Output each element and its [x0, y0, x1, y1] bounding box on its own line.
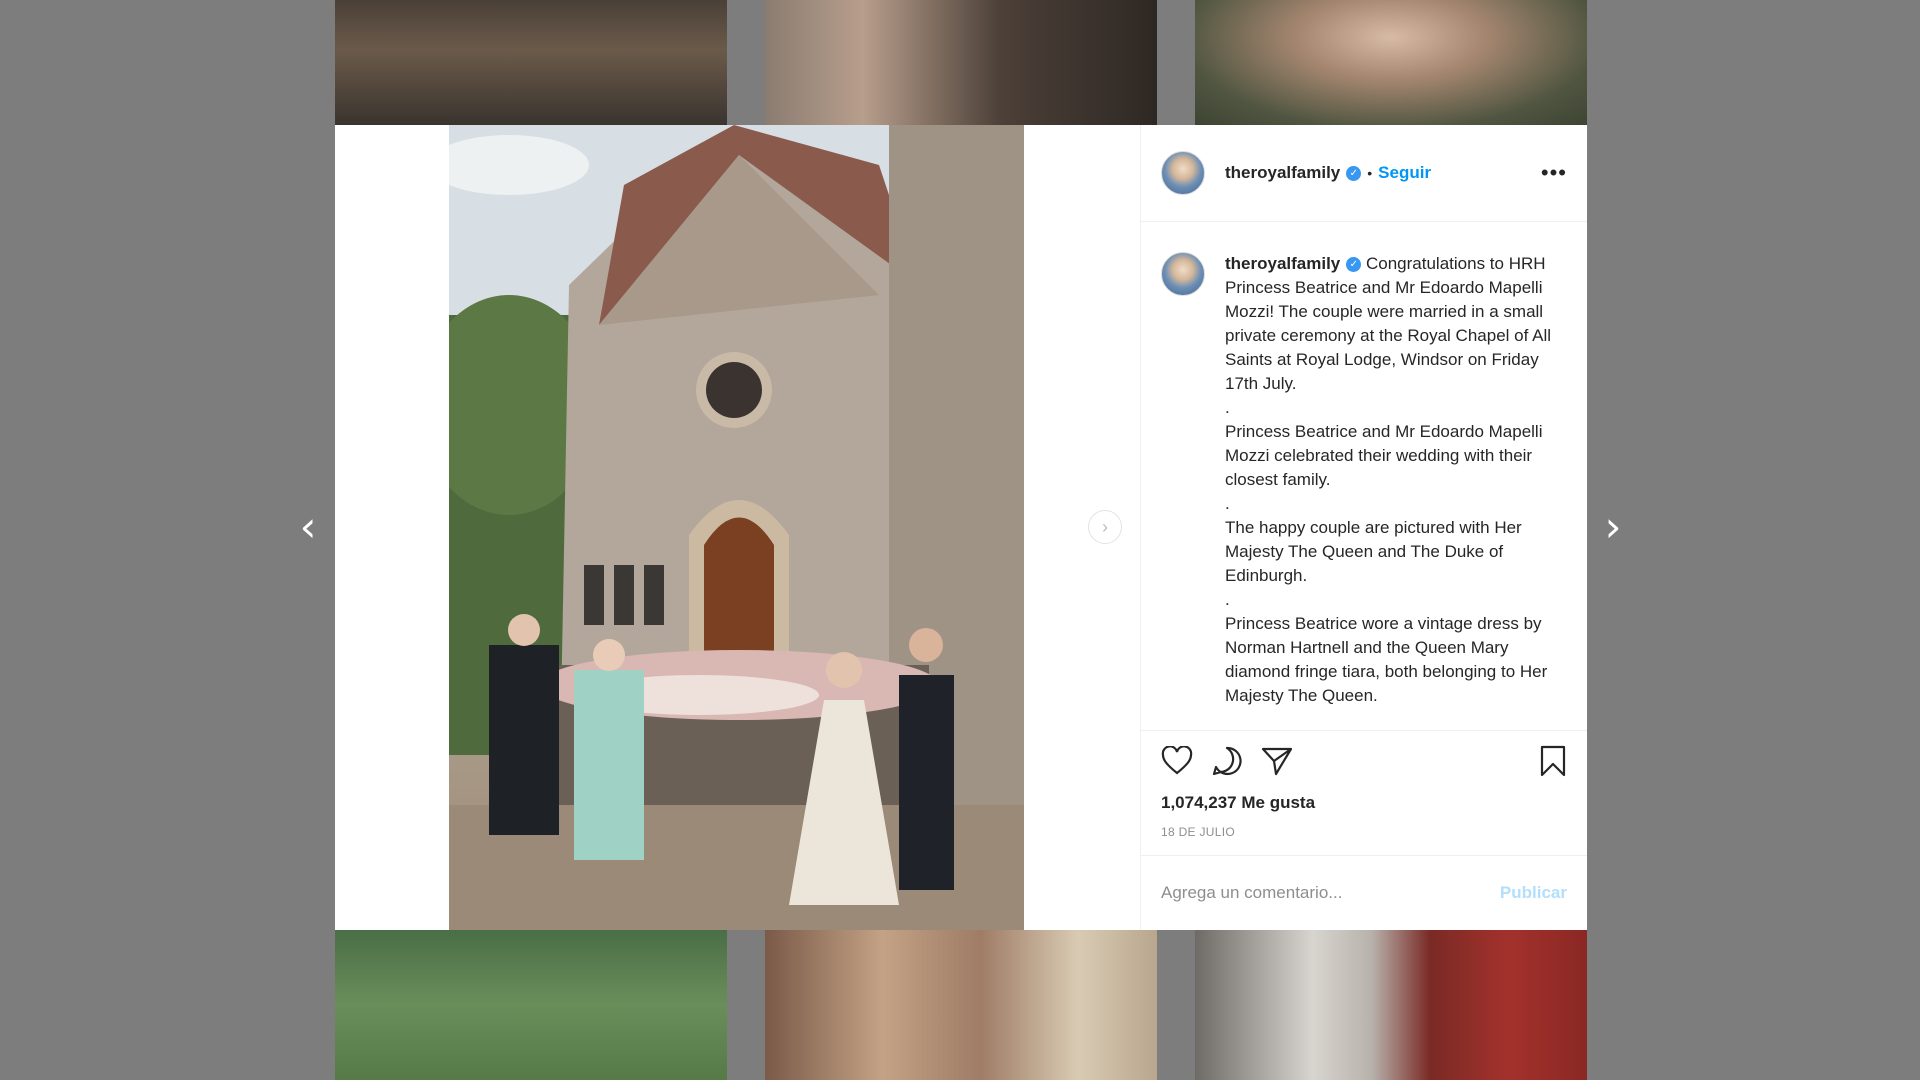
caption-text: theroyalfamily ✓ Congratulations to HRH P… — [1225, 252, 1565, 730]
avatar[interactable] — [1161, 151, 1205, 195]
chevron-left-icon[interactable]: ‹ — [293, 505, 323, 549]
wedding-photo-illustration — [449, 125, 1024, 930]
caption-username[interactable]: theroyalfamily — [1225, 254, 1340, 273]
paper-plane-icon[interactable] — [1261, 746, 1293, 781]
carousel-next-button[interactable]: › — [1088, 510, 1122, 544]
caption-section: theroyalfamily ✓ Congratulations to HRH P… — [1141, 222, 1587, 730]
grid-thumbnail-castle[interactable] — [335, 0, 727, 125]
comment-bubble-icon[interactable] — [1211, 745, 1243, 782]
bookmark-icon[interactable] — [1539, 745, 1567, 782]
post-actions: 1,074,237 Me gusta 18 DE JULIO — [1141, 730, 1587, 855]
heart-icon[interactable] — [1161, 744, 1193, 781]
grid-thumbnail-prince[interactable] — [1195, 0, 1587, 125]
chevron-right-icon[interactable]: › — [1598, 505, 1628, 549]
comment-input[interactable] — [1161, 883, 1500, 903]
header-username[interactable]: theroyalfamily — [1225, 163, 1340, 183]
caption-avatar[interactable] — [1161, 252, 1205, 296]
separator-dot: • — [1367, 165, 1373, 181]
caption-paragraph: . — [1225, 494, 1230, 513]
grid-thumbnail-lawn[interactable] — [335, 930, 727, 1080]
grid-thumbnail-duke[interactable] — [765, 0, 1157, 125]
caption-paragraph: Congratulations to HRH Princess Beatrice… — [1225, 254, 1552, 393]
caption-paragraph: . — [1225, 590, 1230, 609]
action-icons — [1161, 744, 1567, 782]
follow-button[interactable]: Seguir — [1378, 163, 1431, 183]
post-modal: › theroyalfamily ✓ • Seguir ••• theroyal… — [335, 125, 1587, 930]
post-media: › — [335, 125, 1140, 930]
caption-paragraph: The happy couple are pictured with Her M… — [1225, 518, 1527, 585]
more-options-icon[interactable]: ••• — [1541, 162, 1567, 184]
caption-paragraph: Princess Beatrice and Mr Edoardo Mapelli… — [1225, 422, 1548, 489]
wedding-photo — [449, 125, 1024, 930]
grid-thumbnail-guards[interactable] — [1195, 930, 1587, 1080]
likes-count[interactable]: 1,074,237 Me gusta — [1161, 793, 1567, 813]
post-header: theroyalfamily ✓ • Seguir ••• — [1141, 125, 1587, 222]
caption-paragraph: . — [1225, 398, 1230, 417]
caption-paragraph: Princess Beatrice wore a vintage dress b… — [1225, 614, 1552, 705]
post-date: 18 DE JULIO — [1161, 825, 1235, 839]
publish-button[interactable]: Publicar — [1500, 883, 1567, 903]
comment-form: Publicar — [1141, 855, 1587, 930]
verified-badge-icon: ✓ — [1346, 257, 1362, 273]
grid-thumbnail-queen-portrait[interactable] — [765, 930, 1157, 1080]
post-sidebar: theroyalfamily ✓ • Seguir ••• theroyalfa… — [1140, 125, 1587, 930]
verified-badge-icon: ✓ — [1346, 165, 1362, 181]
